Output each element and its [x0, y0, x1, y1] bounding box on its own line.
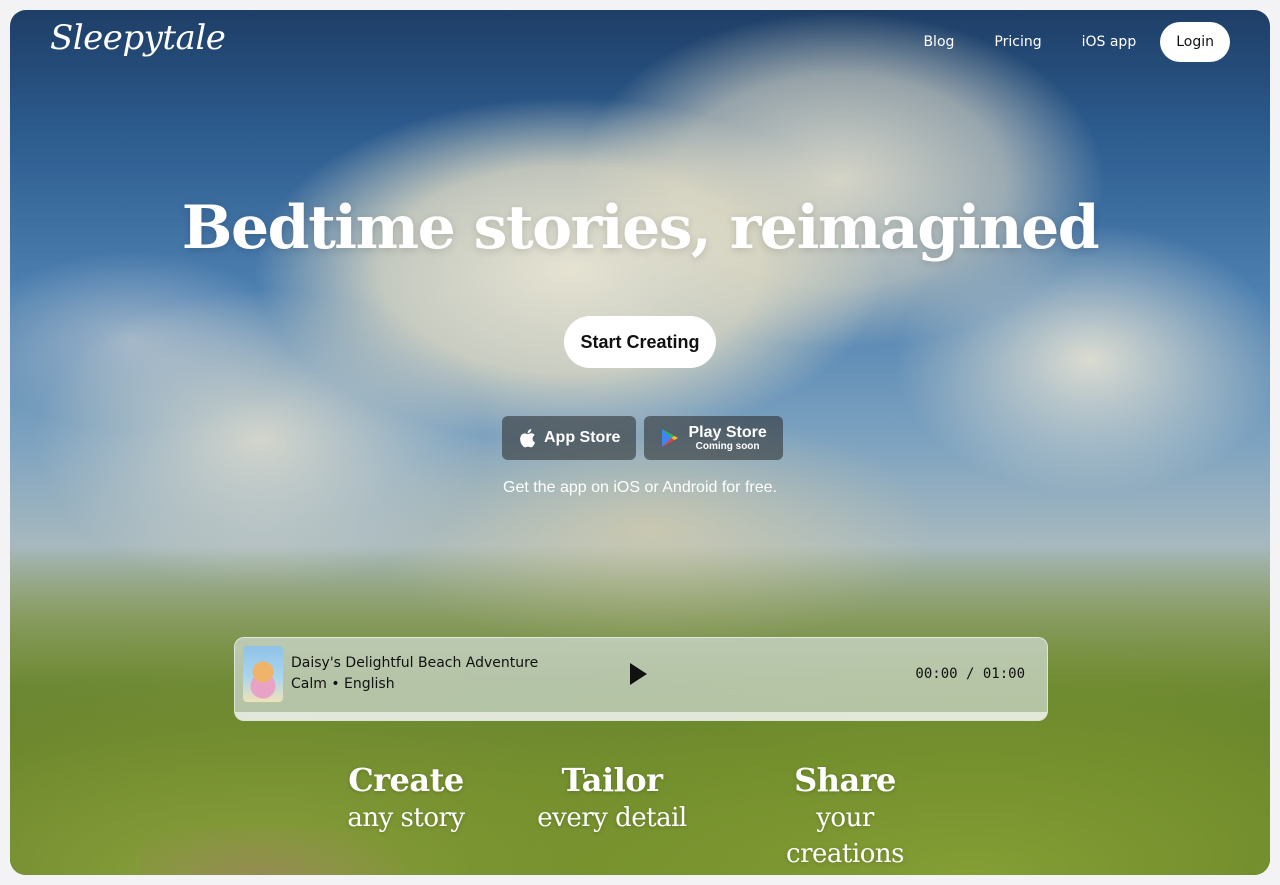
- story-player: Daisy's Delightful Beach Adventure Calm …: [234, 637, 1048, 721]
- nav-link-pricing[interactable]: Pricing: [994, 34, 1041, 50]
- playback-time: 00:00 / 01:00: [915, 666, 1025, 682]
- progress-bar[interactable]: [235, 712, 1047, 720]
- nav-link-ios-app[interactable]: iOS app: [1082, 34, 1137, 50]
- feature-subtitle: every detail: [537, 803, 687, 833]
- features-row: Create any story Tailor every detail Sha…: [10, 760, 1270, 869]
- nav-link-blog[interactable]: Blog: [923, 34, 954, 50]
- story-thumbnail: [243, 646, 283, 702]
- feature-create: Create any story: [346, 760, 466, 836]
- apple-icon: [520, 429, 536, 448]
- story-meta: Calm • English: [291, 676, 395, 692]
- play-button[interactable]: [625, 662, 651, 688]
- coming-soon-label: Coming soon: [695, 440, 760, 452]
- feature-subtitle: any story: [347, 803, 465, 833]
- feature-title: Create: [348, 761, 464, 799]
- google-play-icon: [662, 429, 679, 447]
- play-icon: [630, 663, 647, 685]
- hero-title: Bedtime stories, reimagined: [181, 193, 1100, 263]
- feature-subtitle: your creations: [786, 803, 904, 869]
- brand-logo[interactable]: Sleepytale: [50, 18, 226, 58]
- play-store-label: Play Store: [688, 423, 767, 441]
- login-button[interactable]: Login: [1160, 22, 1230, 62]
- story-title: Daisy's Delightful Beach Adventure: [291, 655, 539, 671]
- app-store-button[interactable]: App Store: [502, 416, 637, 460]
- store-buttons: App Store Play Store Coming soon: [502, 416, 791, 460]
- feature-tailor: Tailor every detail: [537, 760, 687, 836]
- hero-section: Sleepytale Blog Pricing iOS app Login Be…: [10, 10, 1270, 875]
- feature-share: Share your creations: [755, 760, 935, 872]
- app-store-label: App Store: [544, 429, 621, 446]
- start-creating-button[interactable]: Start Creating: [564, 316, 716, 368]
- feature-title: Tailor: [561, 761, 664, 799]
- feature-title: Share: [794, 761, 896, 799]
- play-store-text: Play Store Coming soon: [688, 423, 767, 452]
- top-nav: Blog Pricing iOS app Login: [883, 22, 1230, 62]
- store-note: Get the app on iOS or Android for free.: [503, 479, 777, 496]
- play-store-button[interactable]: Play Store Coming soon: [644, 416, 783, 460]
